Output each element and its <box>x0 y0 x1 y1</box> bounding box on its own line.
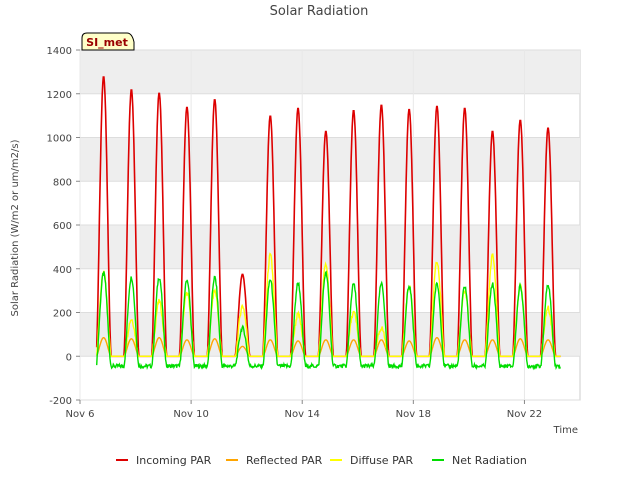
y-tick-label: 0 <box>66 352 72 363</box>
y-tick-label: 1000 <box>47 134 72 145</box>
site-label-box: SI_met <box>81 32 135 51</box>
plot-band <box>80 137 580 182</box>
plot-band <box>80 50 580 94</box>
y-tick-label: 1200 <box>47 90 72 101</box>
x-tick-label: Nov 6 <box>65 409 94 420</box>
x-tick-label: Nov 10 <box>173 409 208 420</box>
legend-label: Reflected PAR <box>246 454 323 467</box>
legend-label: Net Radiation <box>452 454 527 467</box>
legend: Incoming PAR Reflected PAR Diffuse PAR Net … <box>116 454 527 467</box>
y-tick-label: -200 <box>49 396 72 407</box>
legend-label: Diffuse PAR <box>350 454 414 467</box>
y-tick-label: 1400 <box>47 46 72 57</box>
y-tick-label: 200 <box>53 309 72 320</box>
x-axis-label: Time <box>553 425 578 436</box>
y-tick-label: 800 <box>53 177 72 188</box>
y-axis-label: Solar Radiation (W/m2 or um/m2/s) <box>10 139 21 316</box>
y-tick-label: 600 <box>53 221 72 232</box>
site-label: SI_met <box>86 36 128 49</box>
chart-title: Solar Radiation <box>270 4 369 19</box>
solar-radiation-chart: -200 0 200 400 600 800 1000 1200 1400 Nov 6 Nov 1… <box>10 4 581 467</box>
x-tick-label: Nov 22 <box>507 409 542 420</box>
legend-label: Incoming PAR <box>136 454 212 467</box>
y-axis-ticks: -200 0 200 400 600 800 1000 1200 1400 <box>47 46 80 407</box>
x-tick-label: Nov 18 <box>396 409 431 420</box>
y-tick-label: 400 <box>53 265 72 276</box>
chart-root: -200 0 200 400 600 800 1000 1200 1400 Nov 6 Nov 1… <box>0 0 640 480</box>
x-tick-label: Nov 14 <box>285 409 320 420</box>
x-axis-ticks: Nov 6 Nov 10 Nov 14 Nov 18 Nov 22 <box>65 400 542 420</box>
